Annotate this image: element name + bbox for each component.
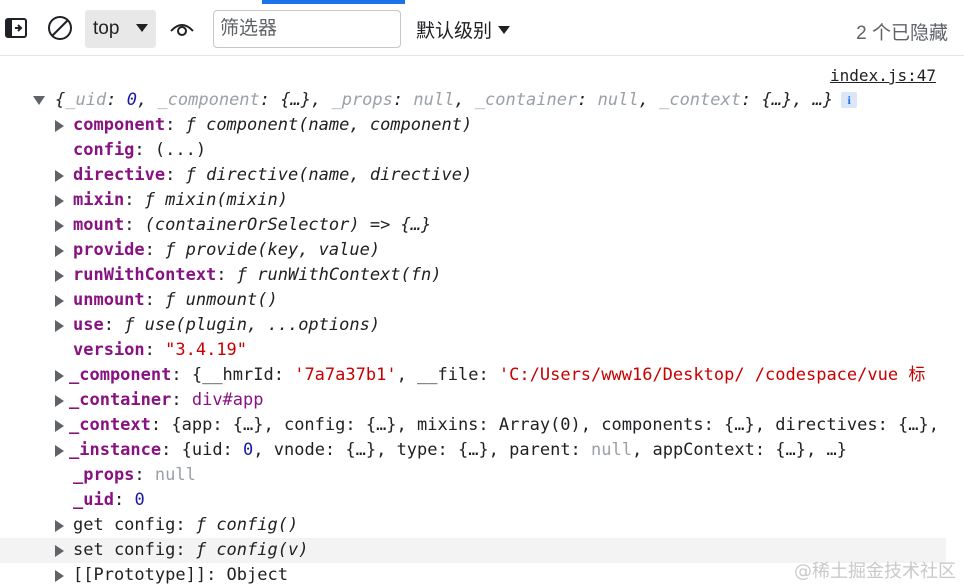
property-row: version: "3.4.19": [73, 340, 248, 360]
console-output: index.js:47 {_uid: 0, _component: {…}, _…: [0, 56, 964, 587]
property-key: _props: [73, 465, 135, 485]
property-row[interactable]: get config: ƒ config(): [0, 513, 946, 538]
property-key: mount: [73, 215, 125, 235]
property-value: ƒ provide(key, value): [165, 240, 381, 260]
property-row[interactable]: _component: {__hmrId: '7a7a37b1', __file…: [0, 363, 946, 388]
property-key: _instance: [69, 440, 162, 460]
property-row: _uid: 0: [73, 490, 145, 510]
property-key: [[Prototype]]: [73, 565, 207, 585]
property-row[interactable]: provide: ƒ provide(key, value): [0, 238, 946, 263]
property-row[interactable]: directive: ƒ directive(name, directive): [0, 163, 946, 188]
property-key: _uid: [73, 490, 114, 510]
property-row[interactable]: config: (...): [0, 138, 946, 163]
expand-triangle-icon[interactable]: [52, 413, 66, 438]
property-key: _container: [69, 390, 172, 410]
property-value: Object: [226, 565, 288, 585]
expand-triangle-icon[interactable]: [52, 238, 66, 263]
expand-triangle-icon[interactable]: [52, 188, 66, 213]
property-key: runWithContext: [73, 265, 217, 285]
expand-triangle-icon[interactable]: [52, 313, 66, 338]
property-key: version: [73, 340, 145, 360]
property-row[interactable]: _instance: {uid: 0, vnode: {…}, type: {……: [0, 438, 946, 463]
expand-triangle-icon[interactable]: [52, 163, 66, 188]
context-selector[interactable]: top: [85, 10, 156, 48]
property-value[interactable]: (...): [155, 140, 206, 160]
property-row[interactable]: runWithContext: ƒ runWithContext(fn): [0, 263, 946, 288]
hidden-messages-count[interactable]: 2 个已隐藏: [856, 18, 948, 45]
expand-triangle-icon[interactable]: [52, 538, 66, 563]
expand-triangle-icon[interactable]: [52, 213, 66, 238]
expand-triangle-icon[interactable]: [52, 113, 66, 138]
property-key: set config: [73, 540, 176, 560]
property-key: get config: [73, 515, 176, 535]
expand-triangle-icon[interactable]: [32, 88, 46, 113]
property-row[interactable]: use: ƒ use(plugin, ...options): [0, 313, 946, 338]
property-row[interactable]: mount: (containerOrSelector) => {…}: [0, 213, 946, 238]
chevron-down-icon: [136, 24, 148, 32]
property-key: directive: [73, 165, 166, 185]
log-levels-label: 默认级别: [416, 21, 493, 42]
property-value: ƒ unmount(): [165, 290, 278, 310]
property-value: ƒ config(v): [195, 540, 309, 560]
live-expression-eye-icon[interactable]: [166, 12, 198, 44]
property-key: _context: [69, 415, 151, 435]
property-key: use: [73, 315, 104, 335]
sidebar-toggle-icon[interactable]: [0, 12, 32, 44]
property-value[interactable]: div#app: [192, 390, 264, 410]
property-row[interactable]: _context: {app: {…}, config: {…}, mixins…: [0, 413, 946, 438]
property-row: _props: null: [73, 465, 196, 485]
log-levels-dropdown[interactable]: 默认级别: [416, 16, 511, 43]
property-row[interactable]: component: ƒ component(name, component): [0, 113, 946, 138]
info-icon[interactable]: i: [841, 92, 858, 108]
property-value: 0: [134, 490, 145, 510]
property-value: "3.4.19": [165, 340, 248, 360]
property-value: ƒ runWithContext(fn): [236, 265, 442, 285]
property-value: , appContext: {…}, …}: [632, 440, 847, 460]
property-value: ƒ directive(name, directive): [185, 165, 473, 185]
property-value: ƒ mixin(mixin): [144, 190, 288, 210]
expand-triangle-icon[interactable]: [52, 388, 66, 413]
property-value: ƒ component(name, component): [185, 115, 473, 135]
property-key: component: [73, 115, 166, 135]
expand-triangle-icon[interactable]: [52, 288, 66, 313]
expand-triangle-icon[interactable]: [52, 363, 66, 388]
property-key: mixin: [73, 190, 125, 210]
property-value: ƒ config(): [195, 515, 299, 535]
expand-triangle-icon[interactable]: [52, 513, 66, 538]
expand-triangle-icon[interactable]: [52, 438, 66, 463]
watermark: @稀土掘金技术社区: [794, 561, 956, 582]
property-key: unmount: [73, 290, 145, 310]
property-value: {app: {…}, config: {…}, mixins: Array(0)…: [171, 415, 939, 435]
filter-input[interactable]: [213, 10, 401, 48]
object-summary: {_uid: 0, _component: {…}, _props: null,…: [55, 88, 858, 113]
object-summary-row[interactable]: {_uid: 0, _component: {…}, _props: null,…: [0, 88, 946, 113]
console-toolbar: top 默认级别 2 个已隐藏: [0, 0, 964, 56]
property-key: provide: [73, 240, 145, 260]
property-value: ƒ use(plugin, ...options): [124, 315, 381, 335]
property-value: null: [154, 465, 196, 485]
expand-triangle-icon[interactable]: [52, 563, 66, 588]
expand-triangle-icon[interactable]: [52, 263, 66, 288]
context-selector-value: top: [93, 18, 120, 39]
property-row[interactable]: unmount: ƒ unmount(): [0, 288, 946, 313]
property-value: 'C:/Users/www16/Desktop/ /codespace/vue …: [498, 365, 926, 385]
source-link[interactable]: index.js:47: [830, 66, 936, 85]
active-tab-indicator: [262, 0, 405, 4]
property-key: _component: [69, 365, 172, 385]
property-row[interactable]: mixin: ƒ mixin(mixin): [0, 188, 946, 213]
property-row[interactable]: _container: div#app: [0, 388, 946, 413]
property-key: config: [73, 140, 135, 160]
property-value: (containerOrSelector) => {…}: [144, 215, 432, 235]
chevron-down-icon: [498, 25, 511, 34]
clear-console-icon[interactable]: [44, 12, 76, 44]
